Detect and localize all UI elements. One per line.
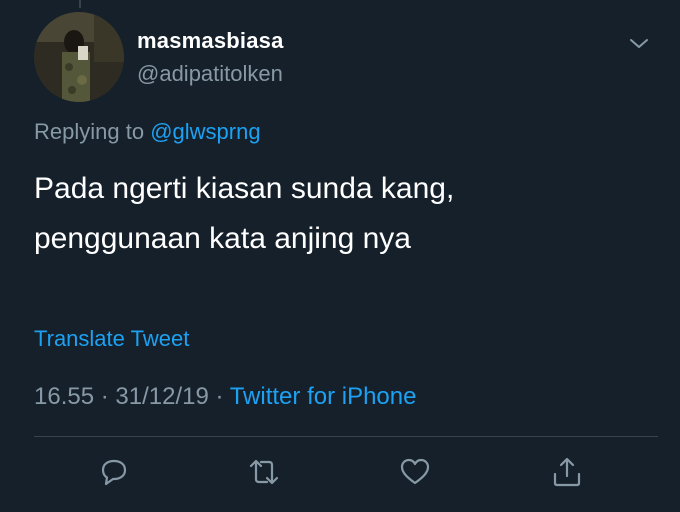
reply-icon[interactable] bbox=[97, 455, 131, 489]
divider bbox=[34, 436, 658, 437]
replying-to-label: Replying to bbox=[34, 119, 151, 144]
tweet-source-link[interactable]: Twitter for iPhone bbox=[230, 383, 417, 410]
chevron-down-icon[interactable] bbox=[628, 36, 650, 52]
tweet-text-line: Pada ngerti kiasan sunda kang, bbox=[34, 172, 455, 205]
reply-mention-link[interactable]: @glwsprng bbox=[150, 119, 260, 144]
meta-separator: · bbox=[94, 383, 116, 410]
heart-icon[interactable] bbox=[398, 455, 432, 489]
tweet-text-line: penggunaan kata anjing nya bbox=[34, 222, 411, 255]
tweet-time: 16.55 bbox=[34, 383, 95, 410]
share-icon[interactable] bbox=[550, 455, 584, 489]
avatar[interactable] bbox=[34, 12, 124, 102]
tweet-date: 31/12/19 bbox=[115, 383, 209, 410]
retweet-icon[interactable] bbox=[247, 455, 281, 489]
meta-separator: · bbox=[208, 383, 230, 410]
user-handle[interactable]: @adipatitolken bbox=[137, 61, 283, 87]
replying-to: Replying to @glwsprng bbox=[34, 119, 261, 145]
tweet-meta: 16.55 · 31/12/19 · Twitter for iPhone bbox=[34, 383, 416, 411]
tweet-text: Pada ngerti kiasan sunda kang, penggunaa… bbox=[34, 164, 654, 264]
thread-connector-line bbox=[79, 0, 81, 8]
avatar-image bbox=[34, 12, 124, 102]
translate-tweet-link[interactable]: Translate Tweet bbox=[34, 326, 189, 352]
display-name[interactable]: masmasbiasa bbox=[137, 28, 284, 54]
